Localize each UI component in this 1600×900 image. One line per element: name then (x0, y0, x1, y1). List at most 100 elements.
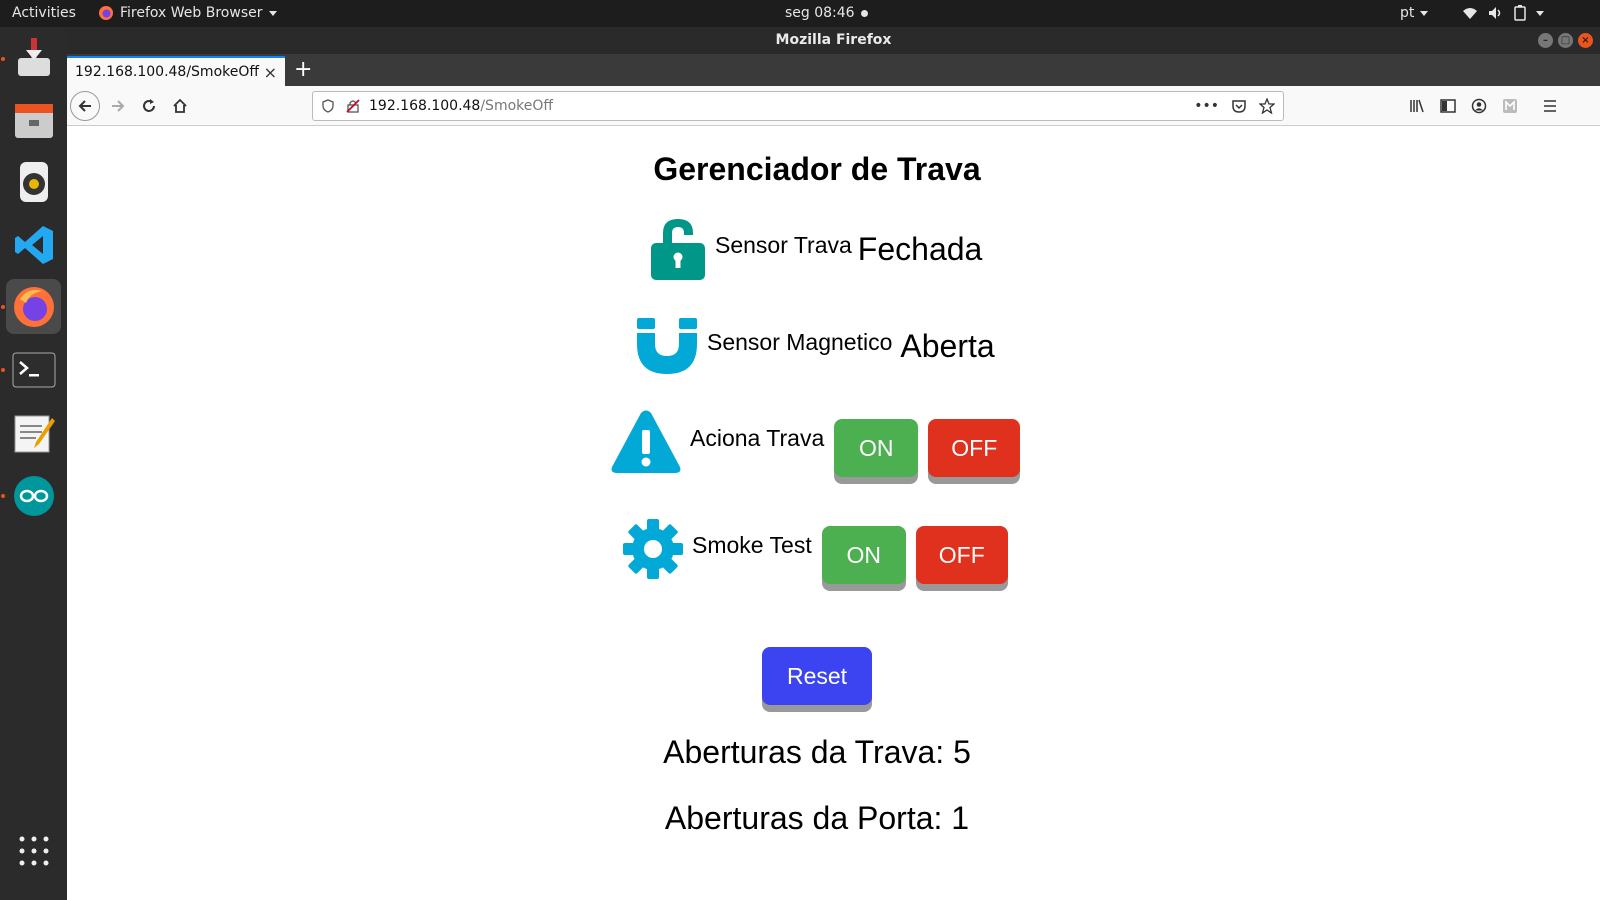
minimize-button[interactable]: – (1538, 33, 1553, 48)
aciona-trava-off-button[interactable]: OFF (928, 419, 1021, 477)
firefox-icon (13, 286, 54, 327)
sensor-magnetico-state: Aberta (900, 327, 995, 364)
running-indicator (1, 494, 5, 498)
dock-files[interactable] (6, 92, 61, 147)
unlock-icon (651, 219, 705, 280)
dock-terminal[interactable] (6, 342, 61, 397)
sensor-trava-row: Sensor Trava Fechada (649, 217, 982, 282)
aberturas-trava-counter: Aberturas da Trava: 5 (663, 734, 971, 770)
running-indicator (1, 368, 5, 372)
url-path: /SmokeOff (480, 98, 554, 114)
dock-vscode[interactable] (6, 217, 61, 272)
smoke-test-label: Smoke Test (692, 531, 812, 558)
url-host: 192.168.100.48 (369, 98, 481, 114)
shield-icon (322, 99, 334, 113)
maximize-button[interactable]: □ (1558, 33, 1573, 48)
battery-icon (1514, 5, 1526, 21)
sensor-magnetico-row: Sensor Magnetico Aberta (635, 316, 995, 376)
account-button[interactable] (1464, 91, 1494, 121)
reload-button[interactable] (134, 91, 164, 121)
activities-label: Activities (12, 5, 76, 21)
running-indicator (1, 57, 5, 61)
arrow-left-icon (78, 100, 91, 112)
gear-icon (623, 519, 683, 579)
home-button[interactable] (165, 91, 195, 121)
page-title: Gerenciador de Trava (653, 151, 981, 187)
library-icon (1410, 99, 1424, 113)
arduino-icon (13, 475, 54, 516)
warning-icon (611, 410, 681, 473)
menu-button[interactable] (1535, 91, 1565, 121)
sidebar-button[interactable] (1433, 91, 1463, 121)
aciona-trava-row: Aciona Trava ON OFF (610, 407, 1021, 477)
reset-row: Reset (762, 647, 872, 705)
sensor-trava-state: Fechada (857, 231, 983, 267)
chevron-down-icon (1420, 10, 1429, 16)
dock-show-applications[interactable] (6, 823, 61, 878)
back-button[interactable] (70, 91, 100, 121)
account-icon (1471, 98, 1487, 114)
dock-firefox[interactable] (6, 279, 61, 334)
url-bar[interactable]: 192.168.100.48/SmokeOff ••• (312, 91, 1284, 121)
dock (0, 27, 67, 900)
sidebar-icon (1440, 99, 1456, 113)
navigation-toolbar: 192.168.100.48/SmokeOff ••• (67, 86, 1600, 126)
app-menu[interactable]: Firefox Web Browser (98, 5, 277, 21)
chevron-down-icon (268, 10, 277, 16)
forward-button[interactable] (103, 91, 133, 121)
terminal-icon (12, 352, 55, 387)
vscode-icon (14, 225, 53, 264)
extension-button[interactable] (1495, 91, 1525, 121)
text-editor-icon (14, 415, 55, 452)
volume-icon (1489, 7, 1501, 19)
installer-icon (17, 37, 50, 76)
tab-bar: 192.168.100.48/SmokeOff × + (67, 54, 1600, 86)
insecure-lock-icon (346, 99, 360, 113)
clock[interactable]: seg 08:46 (785, 5, 868, 21)
clock-label: seg 08:46 (785, 5, 855, 21)
language-menu[interactable]: pt (1400, 5, 1429, 21)
activities-button[interactable]: Activities (12, 5, 76, 21)
dock-installer[interactable] (6, 30, 61, 85)
pocket-icon[interactable] (1231, 98, 1247, 114)
dock-arduino[interactable] (6, 468, 61, 523)
web-page: Gerenciador de Trava Sensor Trava Fechad… (67, 127, 1600, 900)
hamburger-menu-icon (1544, 100, 1556, 112)
dock-rhythmbox[interactable] (6, 154, 61, 209)
aciona-trava-label: Aciona Trava (690, 424, 825, 451)
library-button[interactable] (1402, 91, 1432, 121)
extension-icon (1503, 99, 1517, 113)
chevron-down-icon (1536, 10, 1544, 16)
sensor-magnetico-label: Sensor Magnetico (707, 328, 893, 355)
notification-dot (860, 9, 868, 17)
dock-text-editor[interactable] (6, 405, 61, 460)
system-menu[interactable] (1462, 5, 1544, 21)
arrow-right-icon (112, 100, 125, 112)
bookmark-star-icon[interactable] (1259, 98, 1275, 114)
speaker-icon (19, 161, 48, 202)
system-top-bar: Activities Firefox Web Browser seg 08:46… (0, 0, 1600, 27)
page-actions-button[interactable]: ••• (1194, 98, 1219, 114)
new-tab-button[interactable]: + (294, 57, 312, 82)
magnet-icon (637, 318, 697, 374)
app-grid-icon (19, 836, 48, 865)
tab-close-button[interactable]: × (264, 63, 277, 82)
reload-icon (143, 99, 155, 112)
aciona-trava-on-button[interactable]: ON (834, 419, 919, 477)
app-menu-label: Firefox Web Browser (120, 5, 263, 21)
running-indicator (1, 305, 5, 309)
tab-title: 192.168.100.48/SmokeOff (75, 64, 260, 80)
reset-button[interactable]: Reset (762, 647, 872, 705)
wifi-icon (1463, 8, 1477, 19)
home-icon (173, 98, 187, 113)
tab-smokeoff[interactable]: 192.168.100.48/SmokeOff × (67, 56, 285, 86)
smoke-test-off-button[interactable]: OFF (915, 526, 1008, 584)
close-window-button[interactable]: × (1578, 33, 1593, 48)
smoke-test-on-button[interactable]: ON (821, 526, 906, 584)
window-title: Mozilla Firefox (775, 32, 892, 48)
smoke-test-row: Smoke Test ON OFF (622, 514, 1008, 584)
window-titlebar: Mozilla Firefox – □ × (67, 27, 1600, 54)
firefox-icon (99, 6, 113, 20)
firefox-window: Mozilla Firefox – □ × 192.168.100.48/Smo… (67, 27, 1600, 900)
aberturas-porta-counter: Aberturas da Porta: 1 (664, 800, 970, 836)
